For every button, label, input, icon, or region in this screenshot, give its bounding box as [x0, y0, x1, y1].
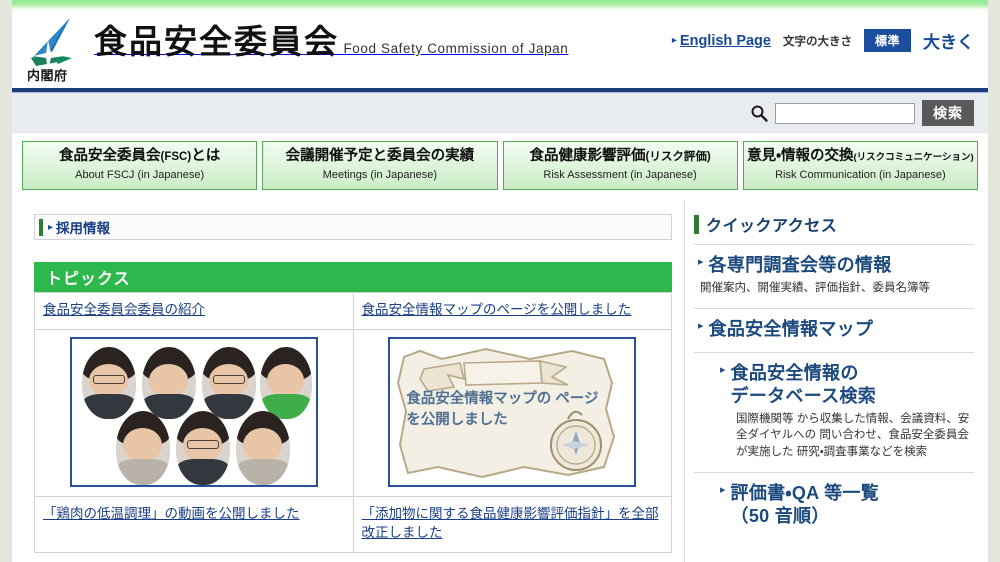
quick-access-item-label: 食品安全情報の データベース検索 [730, 362, 877, 406]
nav-about-fscj[interactable]: 食品安全委員会(FSC)とは About FSCJ (in Japanese) [22, 141, 258, 190]
logo-title-jp: 食品安全委員会 [94, 23, 339, 60]
member-portrait [141, 346, 196, 419]
quick-access-item-row: ▸ 各専門調査会等の情報 [698, 254, 970, 277]
search-icon [750, 104, 768, 122]
chevron-right-icon: ▸ [720, 363, 726, 376]
nav-label-jp: 食品健康影響評価(リスク評価) [529, 148, 711, 164]
nav-label-jp: 会議開催予定と委員会の実績 [285, 148, 475, 164]
quick-access-item-desc: 開催案内、開催実績、評価指針、委員名簿等 [700, 282, 930, 295]
quick-access-header: クイックアクセス [694, 212, 974, 236]
quick-access-item-desc: 国際機関等 から収集した情報、会議資料、安全ダイヤルへの 問い合わせ、食品安全委… [736, 412, 970, 459]
nav-risk-communication[interactable]: 意見・情報の交換(リスクコミュニケーション) Risk Communicatio… [742, 141, 978, 190]
topic-link-food-safety-map[interactable]: 食品安全情報マップのページを公開しました [362, 302, 632, 317]
table-row: 食品安全委員会委員の紹介 食品安全情報マップのページを公開しました [34, 292, 672, 330]
fscj-emblem-icon: 内閣府 [22, 14, 88, 83]
logo-wordmark: 食品安全委員会 Food Safety Commission of Japan [94, 14, 568, 60]
parchment-banner-text: 食品安全情報マップの ページを公開しました [406, 390, 599, 429]
table-row: 「鶏肉の低温調理」の動画を公開しました 「添加物に関する食品健康影響評価指針」を… [34, 495, 672, 553]
chevron-right-icon: ▸ [48, 221, 54, 233]
nav-label-en: Risk Assessment (in Japanese) [543, 169, 697, 181]
topic-link-committee-members[interactable]: 食品安全委員会委員の紹介 [43, 302, 205, 317]
font-size-label: 文字の大きさ [782, 35, 852, 48]
topic-link-additive-guideline[interactable]: 「添加物に関する食品健康影響評価指針」を全部改正しました [362, 506, 659, 541]
chevron-right-icon: ▸ [698, 256, 704, 268]
parchment-map-banner[interactable]: 食品安全情報マップの ページを公開しました [388, 336, 637, 487]
topic-link-chicken-video[interactable]: 「鶏肉の低温調理」の動画を公開しました [43, 506, 300, 521]
quick-access-list: ▸ 各専門調査会等の情報 開催案内、開催実績、評価指針、委員名簿等 ▸ 食品安全… [694, 244, 974, 539]
nav-risk-assessment[interactable]: 食品健康影響評価(リスク評価) Risk Assessment (in Japa… [502, 141, 738, 190]
green-tick-icon [39, 218, 43, 236]
recruitment-info-label: 採用情報 [56, 221, 111, 236]
page-root: 内閣府 食品安全委員会 Food Safety Commission of Ja… [0, 0, 1000, 562]
quick-access-item-label: 食品安全情報マップ [708, 318, 874, 339]
topics-cell-image [34, 328, 354, 497]
topics-section-header: トピックス [34, 262, 672, 292]
committee-members-photo[interactable] [69, 336, 318, 487]
nav-label-jp: 意見・情報の交換(リスクコミュニケーション) [747, 148, 974, 164]
english-page-label: English Page [679, 32, 771, 49]
quick-access-item-database-search[interactable]: ▸ 食品安全情報の データベース検索 国際機関等 から収集した情報、会議資料、安… [694, 353, 974, 473]
chevron-right-icon: ▸ [698, 319, 704, 332]
topics-table: 食品安全委員会委員の紹介 食品安全情報マップのページを公開しました 食品安全情報… [34, 292, 672, 553]
english-page-link[interactable]: ▸ English Page [672, 33, 771, 49]
logo-title-en: Food Safety Commission of Japan [343, 41, 569, 56]
quick-access-heading: クイックアクセス [706, 218, 838, 235]
recruitment-info-banner[interactable]: ▸ 採用情報 [34, 214, 672, 240]
site-logo[interactable]: 内閣府 食品安全委員会 Food Safety Commission of Ja… [22, 14, 568, 83]
font-size-large-button[interactable]: 大きく [923, 28, 974, 53]
site-header: 内閣府 食品安全委員会 Food Safety Commission of Ja… [12, 10, 988, 88]
quick-access-sidebar: クイックアクセス ▸ 各専門調査会等の情報 開催案内、開催実績、評価指針、委員名… [684, 200, 988, 562]
quick-access-item-label: 評価書・QA 等一覧 （50 音順） [730, 482, 879, 526]
search-band: 検索 [12, 93, 988, 133]
page-body: ▸ 採用情報 トピックス 食品安全委員会委員の紹介 食品安全情報マップのページを… [12, 200, 988, 562]
quick-access-item-row: ▸ 食品安全情報の データベース検索 [720, 362, 970, 408]
topics-cell-link: 食品安全情報マップのページを公開しました [352, 292, 672, 330]
member-portrait [259, 346, 312, 419]
nav-label-jp: 食品安全委員会(FSC)とは [59, 148, 221, 164]
global-navigation: 食品安全委員会(FSC)とは About FSCJ (in Japanese) … [12, 133, 988, 200]
nav-meetings[interactable]: 会議開催予定と委員会の実績 Meetings (in Japanese) [262, 141, 498, 190]
site-shell: 内閣府 食品安全委員会 Food Safety Commission of Ja… [12, 0, 988, 562]
topics-cell-link: 「添加物に関する食品健康影響評価指針」を全部改正しました [352, 495, 672, 553]
logo-caption: 内閣府 [27, 68, 68, 83]
quick-access-item-safety-map[interactable]: ▸ 食品安全情報マップ [694, 309, 974, 353]
member-portrait [201, 346, 256, 419]
header-utility-nav: ▸ English Page 文字の大きさ 標準 大きく [672, 28, 974, 53]
quick-access-item-specialist-committees[interactable]: ▸ 各専門調査会等の情報 開催案内、開催実績、評価指針、委員名簿等 [694, 245, 974, 309]
table-row: 食品安全情報マップの ページを公開しました [34, 328, 672, 497]
chevron-right-icon: ▸ [720, 483, 726, 496]
green-tick-icon [694, 214, 699, 234]
member-portrait [115, 410, 170, 485]
topics-cell-image: 食品安全情報マップの ページを公開しました [352, 328, 672, 497]
member-portrait [235, 410, 290, 485]
top-accent-strip [12, 0, 988, 10]
main-column: ▸ 採用情報 トピックス 食品安全委員会委員の紹介 食品安全情報マップのページを… [12, 200, 684, 562]
topics-cell-link: 「鶏肉の低温調理」の動画を公開しました [34, 495, 354, 553]
topics-cell-link: 食品安全委員会委員の紹介 [34, 292, 354, 330]
search-input[interactable] [775, 102, 915, 124]
nav-label-en: Meetings (in Japanese) [322, 169, 438, 181]
site-search: 検索 [750, 100, 974, 126]
member-portrait [175, 410, 230, 485]
quick-access-item-assessment-qa-list[interactable]: ▸ 評価書・QA 等一覧 （50 音順） [694, 473, 974, 539]
quick-access-item-row: ▸ 評価書・QA 等一覧 （50 音順） [720, 482, 970, 528]
search-submit-button[interactable]: 検索 [922, 100, 974, 126]
quick-access-item-label: 各専門調査会等の情報 [708, 255, 892, 275]
quick-access-item-row: ▸ 食品安全情報マップ [698, 318, 970, 341]
chevron-right-icon: ▸ [671, 35, 677, 46]
member-portrait [81, 346, 136, 419]
topics-heading: トピックス [46, 271, 131, 288]
nav-label-en: Risk Communication (in Japanese) [775, 169, 946, 181]
font-size-standard-button[interactable]: 標準 [863, 29, 911, 52]
nav-label-en: About FSCJ (in Japanese) [75, 169, 205, 181]
